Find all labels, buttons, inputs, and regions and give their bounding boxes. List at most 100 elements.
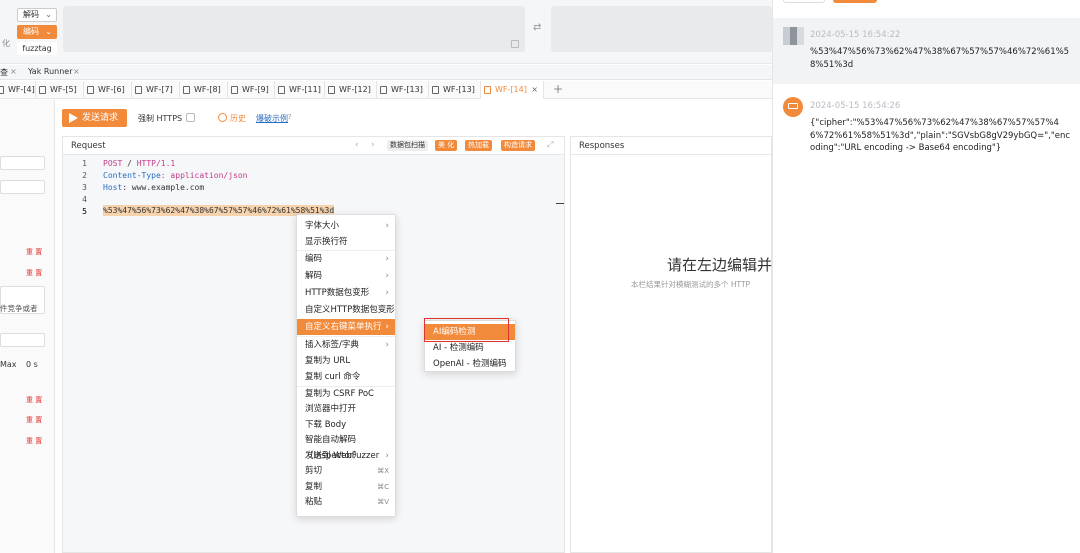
menu-item-decode[interactable]: 解码 › xyxy=(297,268,395,284)
menu-item-custom-http-mutate[interactable]: 自定义HTTP数据包变形 › xyxy=(297,302,395,318)
submenu-item-openai-detect[interactable]: OpenAI - 检测编码 xyxy=(425,356,515,372)
close-icon[interactable]: × xyxy=(531,81,538,99)
tab-label: WF-[14] xyxy=(495,85,527,94)
menu-item-paste[interactable]: 粘贴 ⌘V xyxy=(297,494,395,510)
chevron-right-icon: › xyxy=(385,288,389,298)
chevron-right-icon: › xyxy=(385,305,389,315)
file-icon xyxy=(380,86,387,94)
chevron-right-icon: › xyxy=(385,322,389,332)
reset-button[interactable]: 重 置 xyxy=(26,268,42,278)
menu-item-http-mutate[interactable]: HTTP数据包变形 › xyxy=(297,285,395,301)
history-button[interactable]: 历史 xyxy=(230,113,246,124)
force-https-checkbox[interactable] xyxy=(186,113,195,122)
encode-select[interactable]: 编码 ⌄ xyxy=(17,25,57,39)
tab-wf-14[interactable]: WF-[14] × xyxy=(481,81,544,99)
hotload-button[interactable]: 热加载 xyxy=(465,140,492,151)
tab-yak-runner[interactable]: Yak Runner xyxy=(28,67,72,76)
close-icon[interactable]: × xyxy=(10,67,17,76)
fuzztag-label: fuzztag xyxy=(22,44,52,53)
input-panel[interactable] xyxy=(63,6,525,52)
decode-select[interactable]: 解码 ⌄ xyxy=(17,8,57,22)
tab-wf-12[interactable]: WF-[12] xyxy=(325,81,377,99)
menu-item-copy-url[interactable]: 复制为 URL xyxy=(297,353,395,369)
tab-wf-4[interactable]: WF-[4] xyxy=(0,81,36,99)
chat-send-button[interactable] xyxy=(833,0,877,3)
file-icon xyxy=(39,86,46,94)
next-icon[interactable]: › xyxy=(371,140,375,150)
menu-item-download-body[interactable]: 下载 Body xyxy=(297,417,395,433)
reset-button[interactable]: 重 置 xyxy=(26,247,42,257)
menu-item-copy[interactable]: 复制 ⌘C xyxy=(297,479,395,495)
output-panel[interactable] xyxy=(551,6,772,52)
menu-item-send-webfuzzer[interactable]: 发送到 WebFuzzer › xyxy=(297,448,395,464)
reset-button[interactable]: 重 置 xyxy=(26,436,42,446)
tab-wf-8[interactable]: WF-[8] xyxy=(180,81,228,99)
menu-item-label: 显示换行符 xyxy=(305,237,348,247)
code-line-2[interactable]: Content-Type: application/json xyxy=(103,171,248,180)
prev-icon[interactable]: ‹ xyxy=(355,140,359,150)
fullscreen-icon[interactable]: ⤢ xyxy=(547,140,553,150)
add-tab-button[interactable]: + xyxy=(553,82,563,96)
chat-message-user: 2024-05-15 16:54:22 %53%47%56%73%62%47%3… xyxy=(773,18,1080,84)
send-request-button[interactable]: 发送请求 xyxy=(62,109,127,127)
packet-scan-button[interactable]: 数据包扫描 xyxy=(387,140,428,151)
menu-item-font-size[interactable]: 字体大小 › xyxy=(297,218,395,234)
submenu-item-ai-detect[interactable]: AI - 检测编码 xyxy=(425,340,515,356)
message-text: %53%47%56%73%62%47%38%67%57%57%46%72%61%… xyxy=(810,47,1070,70)
setting-input[interactable] xyxy=(0,180,45,194)
menu-item-open-browser[interactable]: 浏览器中打开 xyxy=(297,401,395,417)
tab-wf-13-b[interactable]: WF-[13] xyxy=(429,81,481,99)
beautify-button[interactable]: 美 化 xyxy=(435,140,458,151)
force-https-label: 强制 HTTPS xyxy=(138,114,183,123)
menu-item-csrf-poc[interactable]: 复制为 CSRF PoC xyxy=(297,386,395,402)
tab-wf-9[interactable]: WF-[9] xyxy=(228,81,275,99)
menu-item-encode[interactable]: 编码 › xyxy=(297,251,395,267)
history-icon[interactable] xyxy=(218,113,227,122)
menu-item-label: 自定义右键菜单执行 xyxy=(305,322,382,332)
tab-wf-5[interactable]: WF-[5] xyxy=(36,81,84,99)
menu-item-inspector[interactable]: 智能自动解码（Inspector） xyxy=(297,432,395,461)
fuzztag-button[interactable]: fuzztag xyxy=(17,42,57,55)
help-icon[interactable]: ? xyxy=(288,113,292,121)
swap-icon[interactable]: ⇄ xyxy=(533,22,541,33)
file-icon xyxy=(183,86,190,94)
max-label: Max xyxy=(0,360,17,369)
tab-wf-7[interactable]: WF-[7] xyxy=(132,81,180,99)
menu-item-show-linebreak[interactable]: 显示换行符 xyxy=(297,234,395,250)
menu-item-custom-right-click[interactable]: 自定义右键菜单执行 › xyxy=(297,319,395,335)
menu-item-label: 发送到 WebFuzzer xyxy=(305,451,380,461)
close-icon[interactable]: × xyxy=(73,67,80,76)
code-line-1[interactable]: POST / HTTP/1.1 xyxy=(103,159,175,168)
menu-item-copy-curl[interactable]: 复制 curl 命令 xyxy=(297,369,395,385)
menu-item-insert-tag[interactable]: 插入标签/字典 › xyxy=(297,337,395,353)
scroll-marker xyxy=(556,203,564,204)
chat-input-stub[interactable] xyxy=(783,0,825,3)
reset-button[interactable]: 重 置 xyxy=(26,415,42,425)
menu-item-label: 浏览器中打开 xyxy=(305,404,357,414)
copy-icon[interactable] xyxy=(511,40,519,48)
file-icon xyxy=(87,86,94,94)
menu-item-cut[interactable]: 剪切 ⌘X xyxy=(297,463,395,479)
message-timestamp: 2024-05-15 16:54:26 xyxy=(810,101,901,111)
code-line-3[interactable]: Host: www.example.com xyxy=(103,183,204,192)
file-icon xyxy=(0,86,4,94)
reset-button[interactable]: 重 置 xyxy=(26,395,42,405)
tab-wf-11[interactable]: WF-[11] xyxy=(275,81,325,99)
file-icon xyxy=(484,86,491,94)
responses-panel: Responses 请在左边编辑并 本栏结果针对模糊测试的多个 HTTP xyxy=(570,136,772,553)
tab-wf-6[interactable]: WF-[6] xyxy=(84,81,132,99)
menu-item-label: 字体大小 xyxy=(305,221,340,231)
setting-input[interactable] xyxy=(0,333,45,347)
tab-wf-13[interactable]: WF-[13] xyxy=(377,81,429,99)
main-tabbar: 查 × Yak Runner × xyxy=(0,65,772,80)
http-method: POST xyxy=(103,159,123,168)
message-text: {"cipher":"%53%47%56%73%62%47%38%67%57%5… xyxy=(810,118,1071,153)
construct-request-button[interactable]: 构造请求 xyxy=(501,140,535,151)
example-link[interactable]: 爆破示例 xyxy=(256,113,288,124)
header-value: : www.example.com xyxy=(122,183,205,192)
menu-item-label: 下载 Body xyxy=(305,420,347,430)
message-timestamp: 2024-05-15 16:54:22 xyxy=(810,30,901,40)
line-number: 2 xyxy=(82,171,87,180)
setting-input[interactable] xyxy=(0,156,45,170)
tab-partial[interactable]: 查 xyxy=(0,67,8,78)
